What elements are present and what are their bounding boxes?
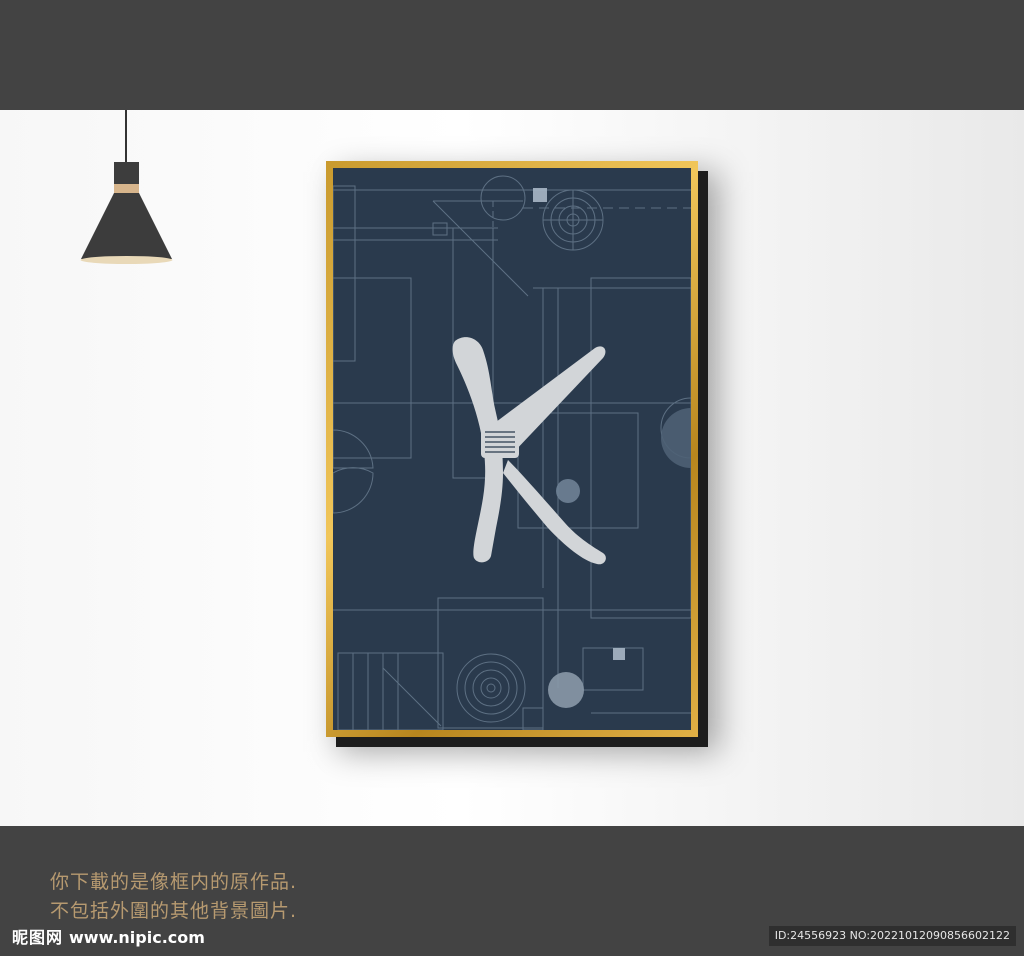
caption-line-2: 不包括外圍的其他背景圖片. <box>50 900 298 922</box>
picture-frame <box>326 161 698 737</box>
artwork-canvas <box>333 168 691 730</box>
logo-chinese: 昵图网 <box>12 928 64 947</box>
image-id-bar: ID:24556923 NO:20221012090856602122 <box>768 926 1016 946</box>
site-logo: 昵图网 www.nipic.com <box>12 926 205 950</box>
pendant-lamp-icon <box>80 110 173 264</box>
caption-line-1: 你下載的是像框内的原作品. <box>50 871 298 893</box>
logo-url: www.nipic.com <box>69 928 205 947</box>
caption-notice: 你下載的是像框内的原作品. 不包括外圍的其他背景圖片. <box>50 868 297 926</box>
stylized-k-letter-icon <box>452 337 606 565</box>
